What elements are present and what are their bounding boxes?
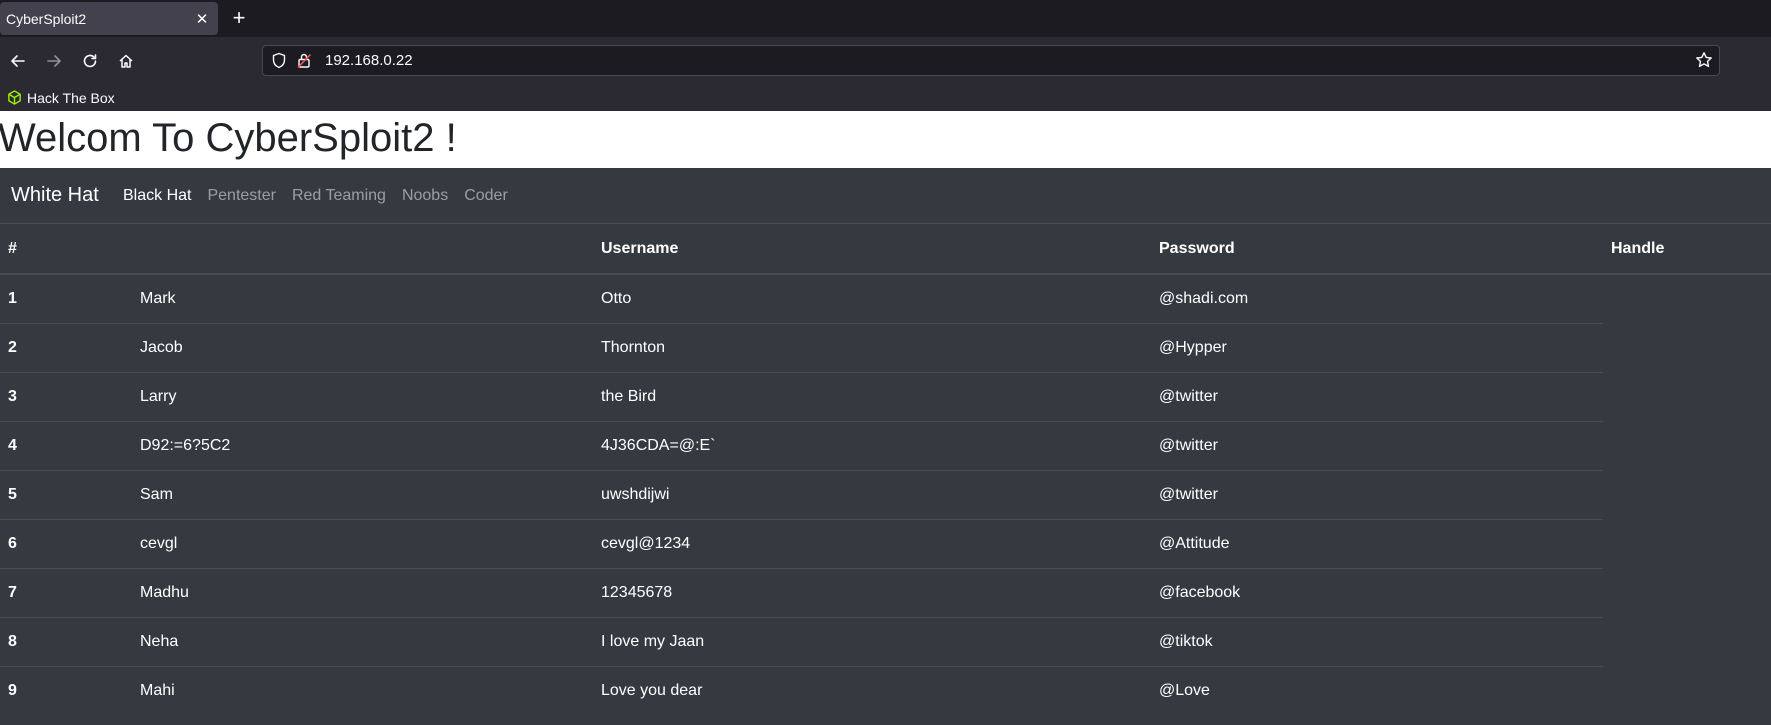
handle-cell [1603, 323, 1771, 372]
users-table-container: # Username Password Handle 1 Mark Otto @… [0, 225, 1771, 725]
first-name: Larry [132, 371, 593, 421]
nav-link-noobs[interactable]: Noobs [402, 187, 448, 205]
first-name: Jacob [132, 322, 593, 372]
password: @shadi.com [1159, 289, 1249, 307]
page-header: Welcom To CyberSploit2 ! [0, 111, 1771, 168]
tab-strip: CyberSploit2 ✕ + [0, 0, 1771, 37]
nav-link-red-teaming[interactable]: Red Teaming [292, 187, 386, 205]
handle-cell [1603, 519, 1771, 568]
header-password: Password [1151, 225, 1603, 275]
username: uwshdijwi [593, 469, 1151, 519]
reload-icon[interactable] [76, 47, 104, 75]
insecure-lock-icon[interactable] [296, 52, 312, 74]
username: the Bird [593, 371, 1151, 421]
table-row: 1 Mark Otto @shadi.com [0, 274, 1771, 323]
header-username: Username [593, 225, 1151, 275]
bookmark-label: Hack The Box [27, 89, 115, 106]
navbar-brand[interactable]: White Hat [11, 184, 99, 207]
home-icon[interactable] [112, 47, 140, 75]
nav-link-pentester[interactable]: Pentester [207, 187, 275, 205]
password: @twitter [1151, 469, 1603, 519]
close-tab-icon[interactable]: ✕ [189, 6, 215, 32]
row-number: 3 [0, 371, 132, 421]
username: 4J36CDA=@:E` [593, 420, 1151, 470]
header-blank [132, 225, 593, 275]
tab-title: CyberSploit2 [6, 10, 87, 27]
browser-tab[interactable]: CyberSploit2 ✕ [0, 2, 218, 35]
password: @twitter [1151, 371, 1603, 421]
navbar-links: Black Hat Pentester Red Teaming Noobs Co… [123, 187, 524, 205]
password: @Love [1151, 665, 1603, 715]
table-header-row: # Username Password Handle [0, 225, 1771, 275]
table-row: 2 Jacob Thornton @Hypper [0, 322, 1771, 372]
row-number: 1 [8, 289, 17, 307]
bookmark-star-icon[interactable] [1695, 51, 1713, 74]
table-row: 6 cevgl cevgl@1234 @Attitude [0, 518, 1771, 568]
table-row: 5 Sam uwshdijwi @twitter [0, 469, 1771, 519]
nav-link-black-hat[interactable]: Black Hat [123, 187, 191, 205]
table-row: 8 Neha I love my Jaan @tiktok [0, 616, 1771, 666]
table-row: 7 Madhu 12345678 @facebook [0, 567, 1771, 617]
handle-cell [1603, 568, 1771, 617]
page-title: Welcom To CyberSploit2 ! [0, 116, 457, 160]
password: @twitter [1151, 420, 1603, 470]
first-name: D92:=6?5C2 [132, 420, 593, 470]
password: @Hypper [1151, 322, 1603, 372]
new-tab-button[interactable]: + [226, 5, 252, 31]
header-number: # [0, 225, 132, 275]
row-number: 7 [0, 567, 132, 617]
first-name: Mahi [132, 665, 593, 715]
users-table: # Username Password Handle 1 Mark Otto @… [0, 225, 1771, 715]
username: 12345678 [593, 567, 1151, 617]
back-icon[interactable] [4, 47, 32, 75]
username: cevgl@1234 [593, 518, 1151, 568]
password: @tiktok [1151, 616, 1603, 666]
first-name: Neha [132, 616, 593, 666]
handle-cell [1603, 372, 1771, 421]
password: @facebook [1151, 567, 1603, 617]
url-bar[interactable]: 192.168.0.22 [262, 45, 1720, 76]
username: Thornton [593, 322, 1151, 372]
username: Love you dear [593, 665, 1151, 715]
shield-icon[interactable] [271, 52, 287, 74]
row-number: 9 [0, 665, 132, 715]
first-name: cevgl [132, 518, 593, 568]
header-handle: Handle [1603, 225, 1771, 275]
handle-cell [1603, 470, 1771, 519]
site-navbar: White Hat Black Hat Pentester Red Teamin… [0, 168, 1771, 224]
row-number: 6 [0, 518, 132, 568]
nav-link-coder[interactable]: Coder [464, 187, 508, 205]
first-name: Mark [140, 289, 176, 307]
row-number: 5 [0, 469, 132, 519]
row-number: 8 [0, 616, 132, 666]
handle-cell [1603, 421, 1771, 470]
handle-cell [1603, 274, 1771, 323]
bookmark-hack-the-box[interactable]: Hack The Box [7, 87, 115, 108]
url-text[interactable]: 192.168.0.22 [325, 52, 413, 69]
first-name: Sam [132, 469, 593, 519]
username: I love my Jaan [593, 616, 1151, 666]
table-row: 9 Mahi Love you dear @Love [0, 665, 1771, 715]
row-number: 2 [0, 322, 132, 372]
username: Otto [601, 289, 632, 307]
table-row: 4 D92:=6?5C2 4J36CDA=@:E` @twitter [0, 420, 1771, 470]
bookmarks-toolbar: Hack The Box [0, 84, 1771, 111]
password: @Attitude [1151, 518, 1603, 568]
table-row: 3 Larry the Bird @twitter [0, 371, 1771, 421]
first-name: Madhu [132, 567, 593, 617]
handle-cell [1603, 617, 1771, 666]
hack-the-box-icon [8, 90, 21, 105]
handle-cell [1603, 666, 1771, 715]
forward-icon[interactable] [40, 47, 68, 75]
row-number: 4 [0, 420, 132, 470]
